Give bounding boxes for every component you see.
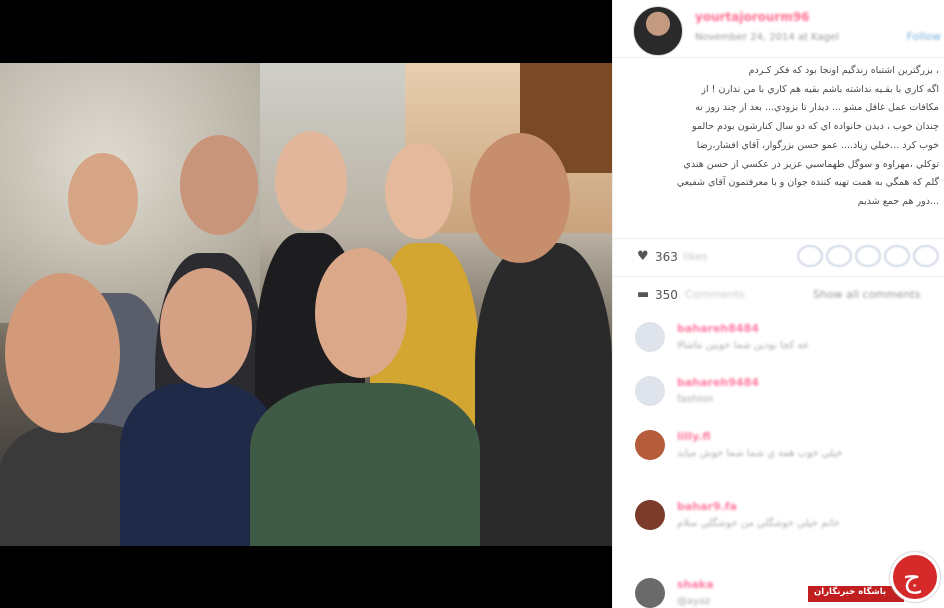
person-head [5,273,120,433]
commenter-avatar[interactable] [635,578,665,608]
post-caption: ، بزرگترين اشتباه زندگيم اونجا بود که فک… [627,62,939,212]
likes-count: 363 [655,250,678,264]
liker-avatar[interactable] [826,245,852,267]
watermark-text: باشگاه خبرنگاران [814,587,887,597]
watermark-bar: باشگاه خبرنگاران [808,586,904,602]
likes-row: ♥ 363 likes [613,238,944,272]
liker-avatars [797,245,939,267]
watermark-logo: باشگاه خبرنگاران ج [808,552,944,608]
commenter-avatar[interactable] [635,322,665,352]
likes-label: likes [683,250,708,263]
person-head [180,135,258,235]
commenter-avatar[interactable] [635,430,665,460]
person-head [68,153,138,245]
caption-line: چندان خوب ، ديدن خانواده اي که دو سال کن… [691,121,939,133]
heart-icon[interactable]: ♥ [637,249,649,264]
person-body [475,243,612,546]
liker-avatar[interactable] [797,245,823,267]
person-head [470,133,570,263]
commenter-avatar[interactable] [635,376,665,406]
commenter-name[interactable]: lilly.fl [677,430,711,443]
comment-text: خيلي خوب همه ي شما شما خوش ميايد [677,448,843,459]
caption-line: گلم که همگي به همت تهيه کننده جوان و با … [676,177,939,189]
commenter-name[interactable]: bahareh9484 [677,376,759,389]
comments-row: ▬ 350 Comments Show all comments [613,276,944,310]
post-sidebar: yourtajorourm96 November 24, 2014 at Kag… [612,0,944,608]
comment-text: @ayaz [677,596,711,607]
avatar[interactable] [633,6,683,56]
person-body [250,383,480,546]
person-head [385,143,453,239]
liker-avatar[interactable] [855,245,881,267]
post-header: yourtajorourm96 November 24, 2014 at Kag… [613,0,944,58]
caption-line: توکلي ،مهراوه و سوگل طهماسبي عزيز در عکس… [683,158,939,170]
watermark-circle: ج [890,552,940,602]
comment-text: fashion [677,394,714,405]
person-head [160,268,252,388]
comments-count: 350 [655,288,678,302]
post-photo[interactable] [0,63,612,546]
comments-label: Comments [685,288,745,301]
caption-line: اگه کاري با بقـيه نداشته باشم بقيه هم کا… [701,83,939,95]
comment-text: عه کجا بودين شما خوبين ماشالا [677,340,809,351]
photo-panel [0,0,612,608]
comment-item: bahar9.fa خانم خيلي خوشگلي من خوشگلي سلا… [613,490,944,550]
comment-icon[interactable]: ▬ [637,287,649,302]
watermark-glyph: ج [903,561,922,594]
show-all-comments-link[interactable]: Show all comments [813,288,921,301]
username[interactable]: yourtajorourm96 [695,10,810,24]
follow-button[interactable]: Follow [906,30,941,43]
comment-text: خانم خيلي خوشگلي من خوشگلي سلام [677,518,840,529]
liker-avatar[interactable] [913,245,939,267]
commenter-avatar[interactable] [635,500,665,530]
caption-line: خوب کرد ...خيلي زياد.... عمو حسن بزرگوار… [696,139,939,151]
comment-item: bahareh8484 عه کجا بودين شما خوبين ماشال… [613,312,944,372]
liker-avatar[interactable] [884,245,910,267]
person-head [275,131,347,231]
post-date: November 24, 2014 at Kagel [695,32,839,43]
comment-item: lilly.fl خيلي خوب همه ي شما شما خوش مياي… [613,420,944,480]
caption-line: ، بزرگترين اشتباه زندگيم اونجا بود که فک… [748,65,939,76]
commenter-name[interactable]: bahareh8484 [677,322,759,335]
commenter-name[interactable]: bahar9.fa [677,500,737,513]
caption-line: مکافات عمل غافل مشو ... ديدار تا بزودي..… [695,102,939,114]
person-head [315,248,407,378]
caption-line: ...دور هم جمع شديم [857,195,939,207]
comment-item: bahareh9484 fashion [613,366,944,426]
commenter-name[interactable]: shaka [677,578,714,591]
